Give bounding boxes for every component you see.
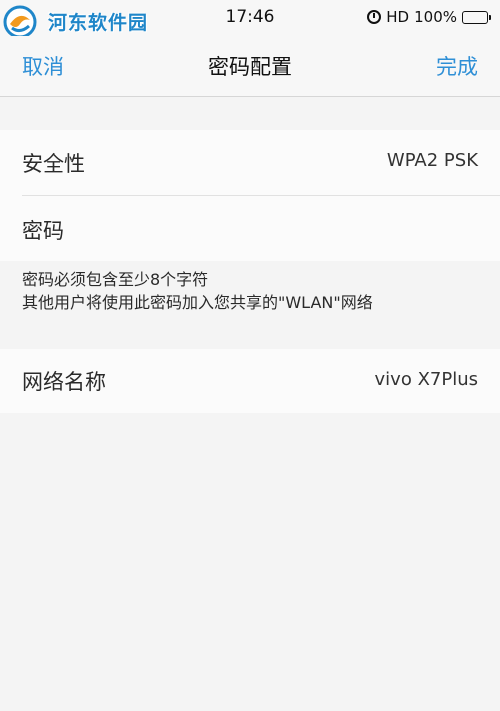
password-label: 密码 [22, 219, 64, 243]
status-bar: 17:46 HD 100% [0, 0, 500, 36]
security-value: WPA2 PSK [386, 150, 478, 171]
password-hint: 密码必须包含至少8个字符 其他用户将使用此密码加入您共享的"WLAN"网络 [22, 268, 373, 314]
hint-line-1: 密码必须包含至少8个字符 [22, 270, 209, 289]
done-button[interactable]: 完成 [436, 51, 478, 81]
network-name-row[interactable]: 网络名称 vivo X7Plus [0, 349, 500, 413]
password-input[interactable] [110, 207, 474, 249]
hint-line-2: 其他用户将使用此密码加入您共享的"WLAN"网络 [22, 293, 373, 312]
network-name-value: vivo X7Plus [374, 369, 478, 390]
status-indicators: HD 100% [367, 8, 491, 26]
security-row[interactable]: 安全性 WPA2 PSK [0, 130, 500, 196]
page-title: 密码配置 [208, 55, 292, 79]
battery-icon [462, 10, 491, 24]
battery-percent: 100% [414, 8, 457, 26]
password-row: 密码 [0, 195, 500, 261]
cancel-button[interactable]: 取消 [22, 51, 64, 81]
network-group: 网络名称 vivo X7Plus [0, 349, 500, 413]
security-label: 安全性 [22, 152, 85, 176]
security-group: 安全性 WPA2 PSK 密码 [0, 130, 500, 261]
network-name-label: 网络名称 [22, 370, 106, 394]
hd-indicator: HD [386, 8, 410, 26]
alarm-icon [367, 10, 382, 24]
nav-bar: 取消 密码配置 完成 [0, 36, 500, 97]
